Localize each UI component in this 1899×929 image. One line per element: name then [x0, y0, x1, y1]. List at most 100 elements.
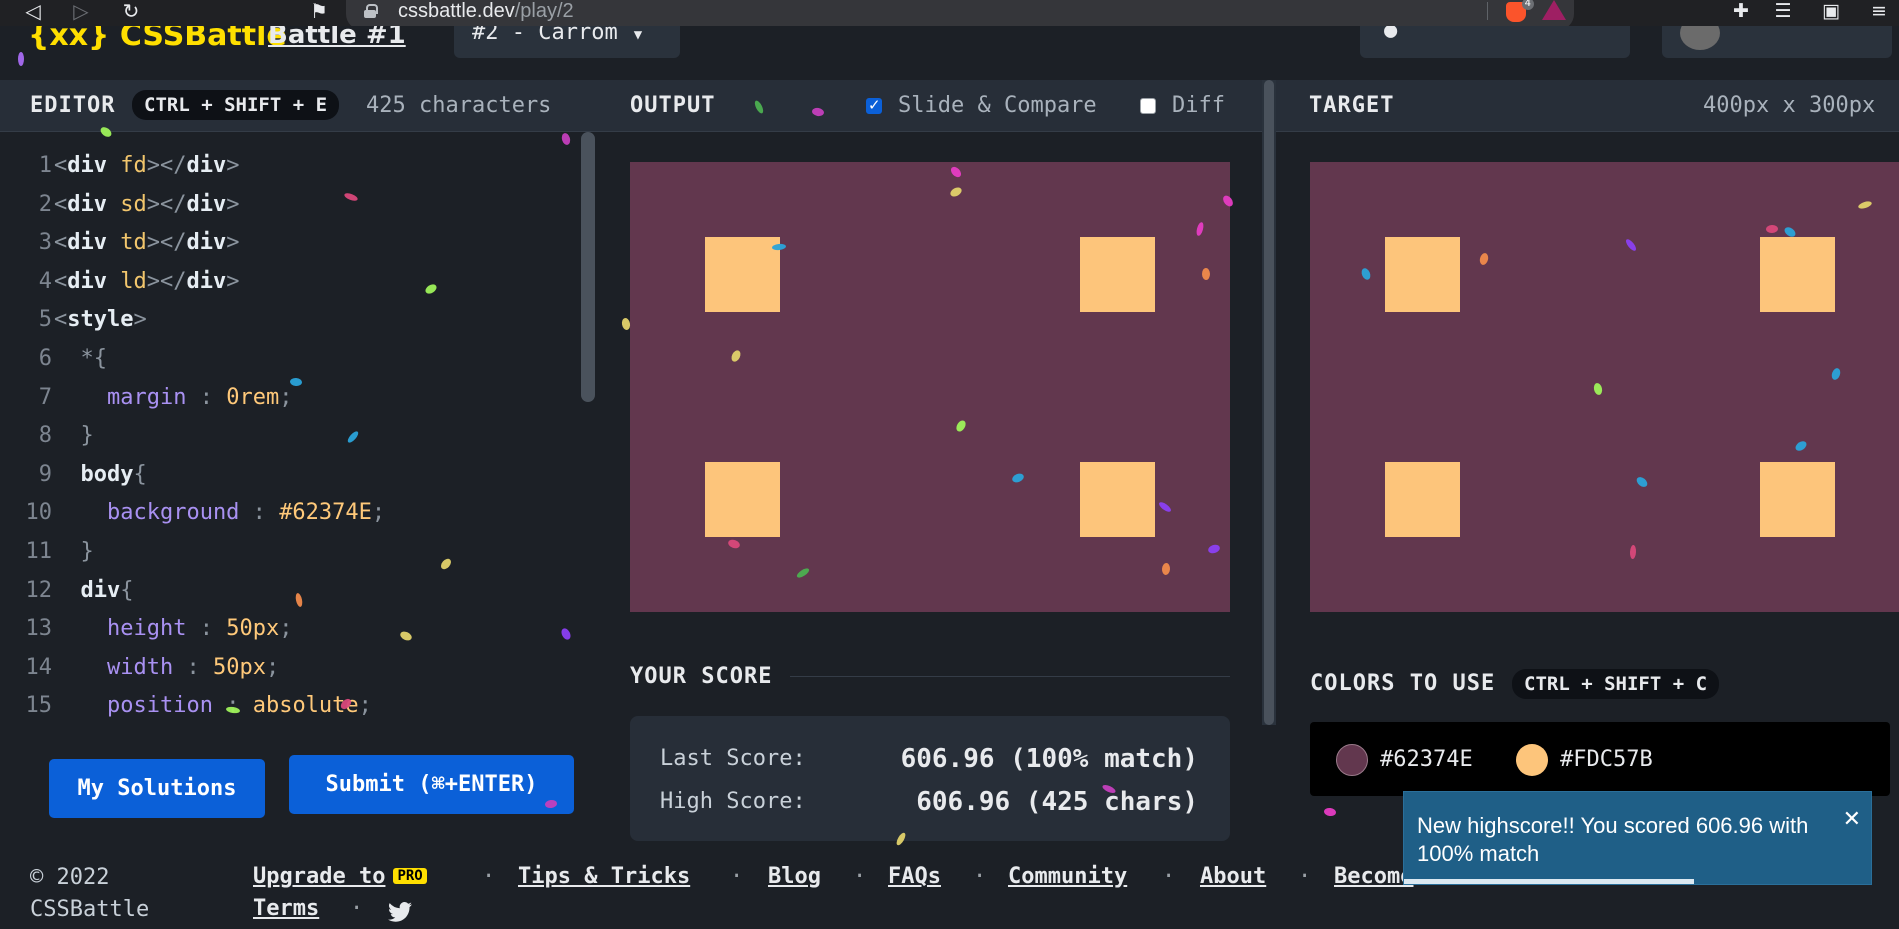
code-token: { — [133, 461, 147, 487]
close-icon[interactable]: ✕ — [1843, 806, 1861, 834]
extensions-icon[interactable]: ✚ — [1728, 0, 1754, 24]
blog-link[interactable]: Blog — [768, 864, 821, 889]
panel-splitter[interactable] — [1262, 80, 1276, 725]
bookmark-icon[interactable]: ⚑ — [306, 0, 332, 26]
code-line[interactable]: 15 position : absolute; — [0, 687, 372, 725]
footer-separator: · — [730, 864, 744, 889]
code-token: } — [54, 539, 94, 564]
code-token: 0rem — [226, 384, 280, 410]
code-token: ></ — [146, 268, 187, 294]
target-select[interactable]: #2 - Carrom ▼ — [454, 26, 680, 58]
code-token: position — [54, 693, 213, 719]
code-token: ; — [279, 616, 293, 642]
splitter-thumb[interactable] — [1264, 80, 1274, 725]
highscore-toast: New highscore!! You scored 606.96 with 1… — [1403, 791, 1872, 885]
code-line[interactable]: 13 height : 50px; — [0, 610, 293, 648]
code-token: { — [120, 577, 134, 603]
editor-scrollbar[interactable] — [581, 132, 595, 402]
code-token: *{ — [54, 346, 107, 371]
code-token: ></ — [146, 230, 187, 256]
output-title: OUTPUT — [630, 93, 716, 118]
code-token: < — [54, 230, 68, 256]
pro-badge: PRO — [393, 868, 427, 884]
line-number: 13 — [25, 616, 53, 642]
code-token: ; — [358, 693, 372, 719]
output-preview[interactable] — [630, 162, 1230, 612]
brave-rewards-icon[interactable] — [1542, 0, 1566, 20]
footer-separator: · — [973, 864, 987, 889]
editor-header: EDITOR CTRL + SHIFT + E 425 characters — [0, 80, 600, 132]
output-square-bottom-left — [705, 462, 780, 537]
code-line[interactable]: 8 } — [0, 417, 94, 455]
code-line[interactable]: 9 body{ — [0, 456, 147, 494]
code-line[interactable]: 10 background : #62374E; — [0, 494, 386, 532]
line-number: 8 — [38, 423, 52, 449]
forward-icon[interactable]: ▷ — [68, 0, 94, 26]
code-line[interactable]: 1<div fd></div> — [0, 147, 240, 185]
color-swatch-1[interactable] — [1336, 744, 1368, 776]
code-token: 50px — [212, 654, 266, 680]
slide-compare-label[interactable]: Slide & Compare — [898, 93, 1097, 118]
tips-link[interactable]: Tips & Tricks — [518, 864, 690, 889]
toast-message: New highscore!! You scored 606.96 with 1… — [1417, 813, 1809, 866]
submit-button[interactable]: Submit (⌘+ENTER) — [289, 755, 574, 814]
reload-icon[interactable]: ↻ — [118, 0, 144, 26]
reading-list-icon[interactable]: ☰ — [1770, 0, 1796, 24]
target-square-top-right — [1760, 237, 1835, 312]
code-line[interactable]: 14 width : 50px; — [0, 649, 280, 687]
line-number: 2 — [38, 191, 52, 217]
high-score-label: High Score: — [660, 789, 806, 814]
code-token: fd — [107, 153, 147, 178]
code-line[interactable]: 12 div{ — [0, 572, 134, 610]
code-token: < — [54, 153, 68, 178]
community-link[interactable]: Community — [1008, 864, 1127, 889]
code-token: 50px — [226, 616, 280, 642]
color-swatch-2[interactable] — [1516, 744, 1548, 776]
code-line[interactable]: 5<style> — [0, 301, 147, 339]
code-line[interactable]: 6 *{ — [0, 340, 107, 378]
how-to-play-button[interactable]: ● — [1360, 26, 1630, 58]
twitter-icon[interactable] — [388, 902, 412, 922]
code-line[interactable]: 3<div td></div> — [0, 224, 240, 262]
copyright: © 2022 CSSBattle — [30, 865, 150, 922]
code-line[interactable]: 2<div sd></div> — [0, 186, 240, 224]
faqs-link[interactable]: FAQs — [888, 864, 941, 889]
upgrade-link[interactable]: Upgrade to PRO — [253, 864, 427, 889]
code-token: div — [67, 268, 107, 294]
battle-link[interactable]: Battle #1 — [268, 26, 406, 50]
color-label-2[interactable]: #FDC57B — [1560, 744, 1653, 776]
character-count: 425 characters — [366, 93, 552, 118]
code-token: div — [67, 191, 107, 217]
line-number: 12 — [25, 577, 53, 603]
diff-label[interactable]: Diff — [1172, 93, 1225, 118]
code-token: : — [186, 384, 227, 410]
become-link[interactable]: Become — [1334, 864, 1413, 889]
code-token: ; — [265, 654, 280, 680]
line-number: 4 — [38, 268, 52, 294]
slide-compare-checkbox[interactable] — [866, 96, 882, 114]
code-editor[interactable]: 1<div fd></div> 2<div sd></div> 3<div td><… — [0, 132, 600, 742]
code-line[interactable]: 4<div ld></div> — [0, 263, 240, 301]
code-token: width — [54, 654, 174, 680]
output-square-top-left — [705, 237, 780, 312]
output-header: OUTPUT Slide & Compare Diff — [600, 80, 1262, 132]
last-score-label: Last Score: — [660, 746, 806, 771]
diff-checkbox[interactable] — [1140, 98, 1156, 114]
confetti-piece — [1201, 267, 1211, 281]
code-token: margin — [54, 384, 187, 410]
code-token: #62374E — [279, 500, 372, 526]
back-icon[interactable]: ◁ — [20, 0, 46, 26]
terms-link[interactable]: Terms — [253, 896, 319, 921]
menu-icon[interactable]: ≡ — [1866, 0, 1892, 24]
code-line[interactable]: 11 } — [0, 533, 94, 571]
about-link[interactable]: About — [1200, 864, 1266, 889]
code-line[interactable]: 7 margin : 0rem; — [0, 379, 293, 417]
site-logo[interactable]: {xx} CSSBattle — [28, 26, 287, 53]
code-token: < — [54, 268, 68, 294]
streak-link[interactable] — [1170, 26, 1290, 40]
colors-palette: #62374E #FDC57B — [1310, 722, 1890, 796]
my-solutions-button[interactable]: My Solutions — [49, 759, 265, 818]
color-label-1[interactable]: #62374E — [1380, 744, 1473, 776]
wallet-icon[interactable]: ▣ — [1818, 0, 1844, 24]
user-menu[interactable] — [1662, 26, 1892, 58]
